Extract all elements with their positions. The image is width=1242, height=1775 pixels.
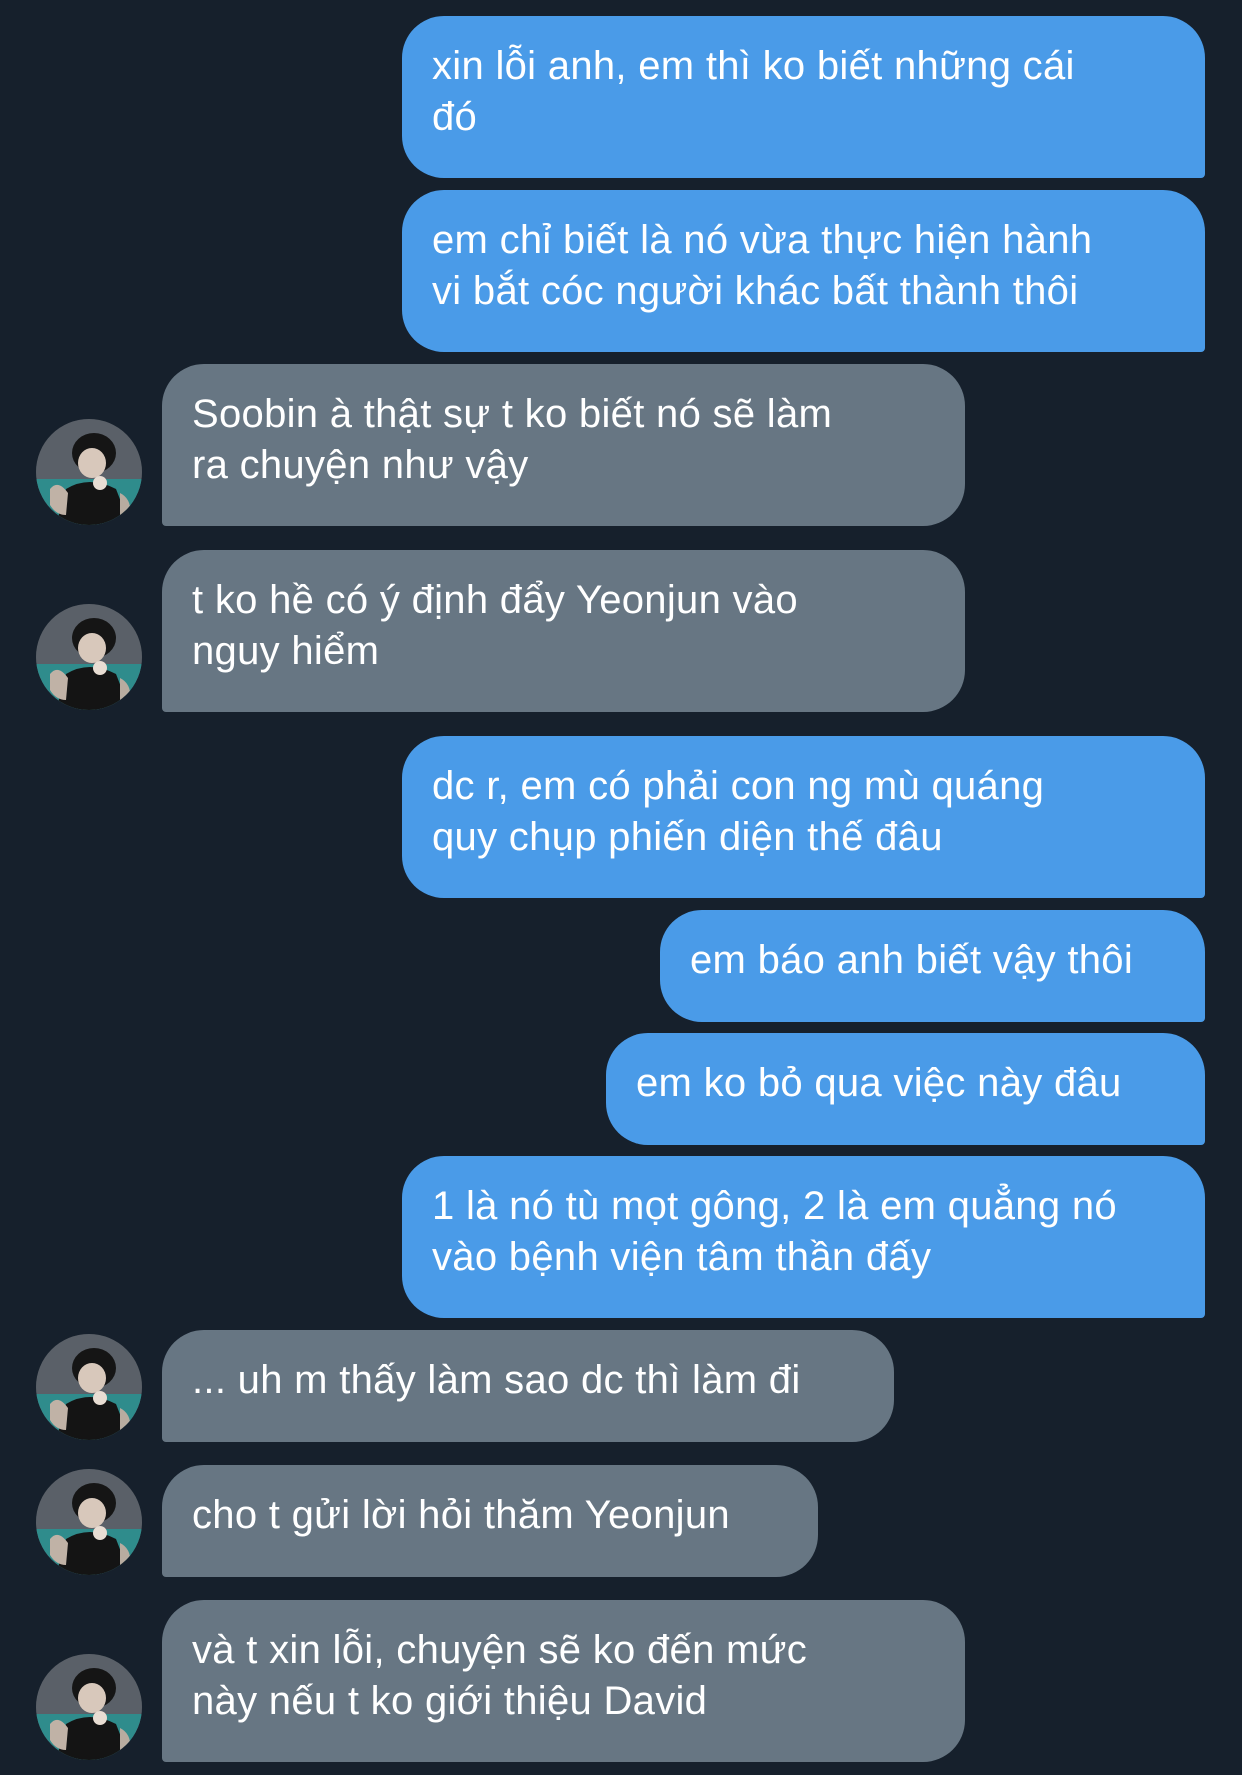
outgoing-message[interactable]: em ko bỏ qua việc này đâu	[606, 1033, 1205, 1145]
contact-avatar[interactable]	[36, 1654, 142, 1760]
outgoing-message[interactable]: em chỉ biết là nó vừa thực hiện hành vi …	[402, 190, 1205, 352]
avatar-photo-icon	[36, 1334, 142, 1440]
message-text: và t xin lỗi, chuyện sẽ ko đến mức này n…	[192, 1628, 808, 1723]
message-text: xin lỗi anh, em thì ko biết những cái đó	[432, 44, 1075, 139]
message-text: ... uh m thấy làm sao dc thì làm đi	[192, 1358, 801, 1402]
message-text: em báo anh biết vậy thôi	[690, 938, 1134, 982]
avatar-photo-icon	[36, 604, 142, 710]
conversation-thread: xin lỗi anh, em thì ko biết những cái đó…	[0, 0, 1242, 1775]
avatar-photo-icon	[36, 1654, 142, 1760]
incoming-message[interactable]: t ko hề có ý định đẩy Yeonjun vào nguy h…	[162, 550, 965, 712]
message-text: cho t gửi lời hỏi thăm Yeonjun	[192, 1493, 730, 1537]
message-text: 1 là nó tù mọt gông, 2 là em quẳng nó và…	[432, 1184, 1117, 1279]
message-text: dc r, em có phải con ng mù quáng quy chụ…	[432, 764, 1045, 859]
incoming-message[interactable]: cho t gửi lời hỏi thăm Yeonjun	[162, 1465, 818, 1577]
avatar-photo-icon	[36, 1469, 142, 1575]
outgoing-message[interactable]: 1 là nó tù mọt gông, 2 là em quẳng nó và…	[402, 1156, 1205, 1318]
contact-avatar[interactable]	[36, 1469, 142, 1575]
outgoing-message[interactable]: em báo anh biết vậy thôi	[660, 910, 1205, 1022]
contact-avatar[interactable]	[36, 419, 142, 525]
incoming-message[interactable]: ... uh m thấy làm sao dc thì làm đi	[162, 1330, 894, 1442]
message-text: em ko bỏ qua việc này đâu	[636, 1061, 1122, 1105]
contact-avatar[interactable]	[36, 604, 142, 710]
message-text: Soobin à thật sự t ko biết nó sẽ làm ra …	[192, 392, 833, 487]
incoming-message[interactable]: và t xin lỗi, chuyện sẽ ko đến mức này n…	[162, 1600, 965, 1762]
incoming-message[interactable]: Soobin à thật sự t ko biết nó sẽ làm ra …	[162, 364, 965, 526]
avatar-photo-icon	[36, 419, 142, 525]
message-text: em chỉ biết là nó vừa thực hiện hành vi …	[432, 218, 1093, 313]
outgoing-message[interactable]: dc r, em có phải con ng mù quáng quy chụ…	[402, 736, 1205, 898]
message-text: t ko hề có ý định đẩy Yeonjun vào nguy h…	[192, 578, 798, 673]
outgoing-message[interactable]: xin lỗi anh, em thì ko biết những cái đó	[402, 16, 1205, 178]
contact-avatar[interactable]	[36, 1334, 142, 1440]
